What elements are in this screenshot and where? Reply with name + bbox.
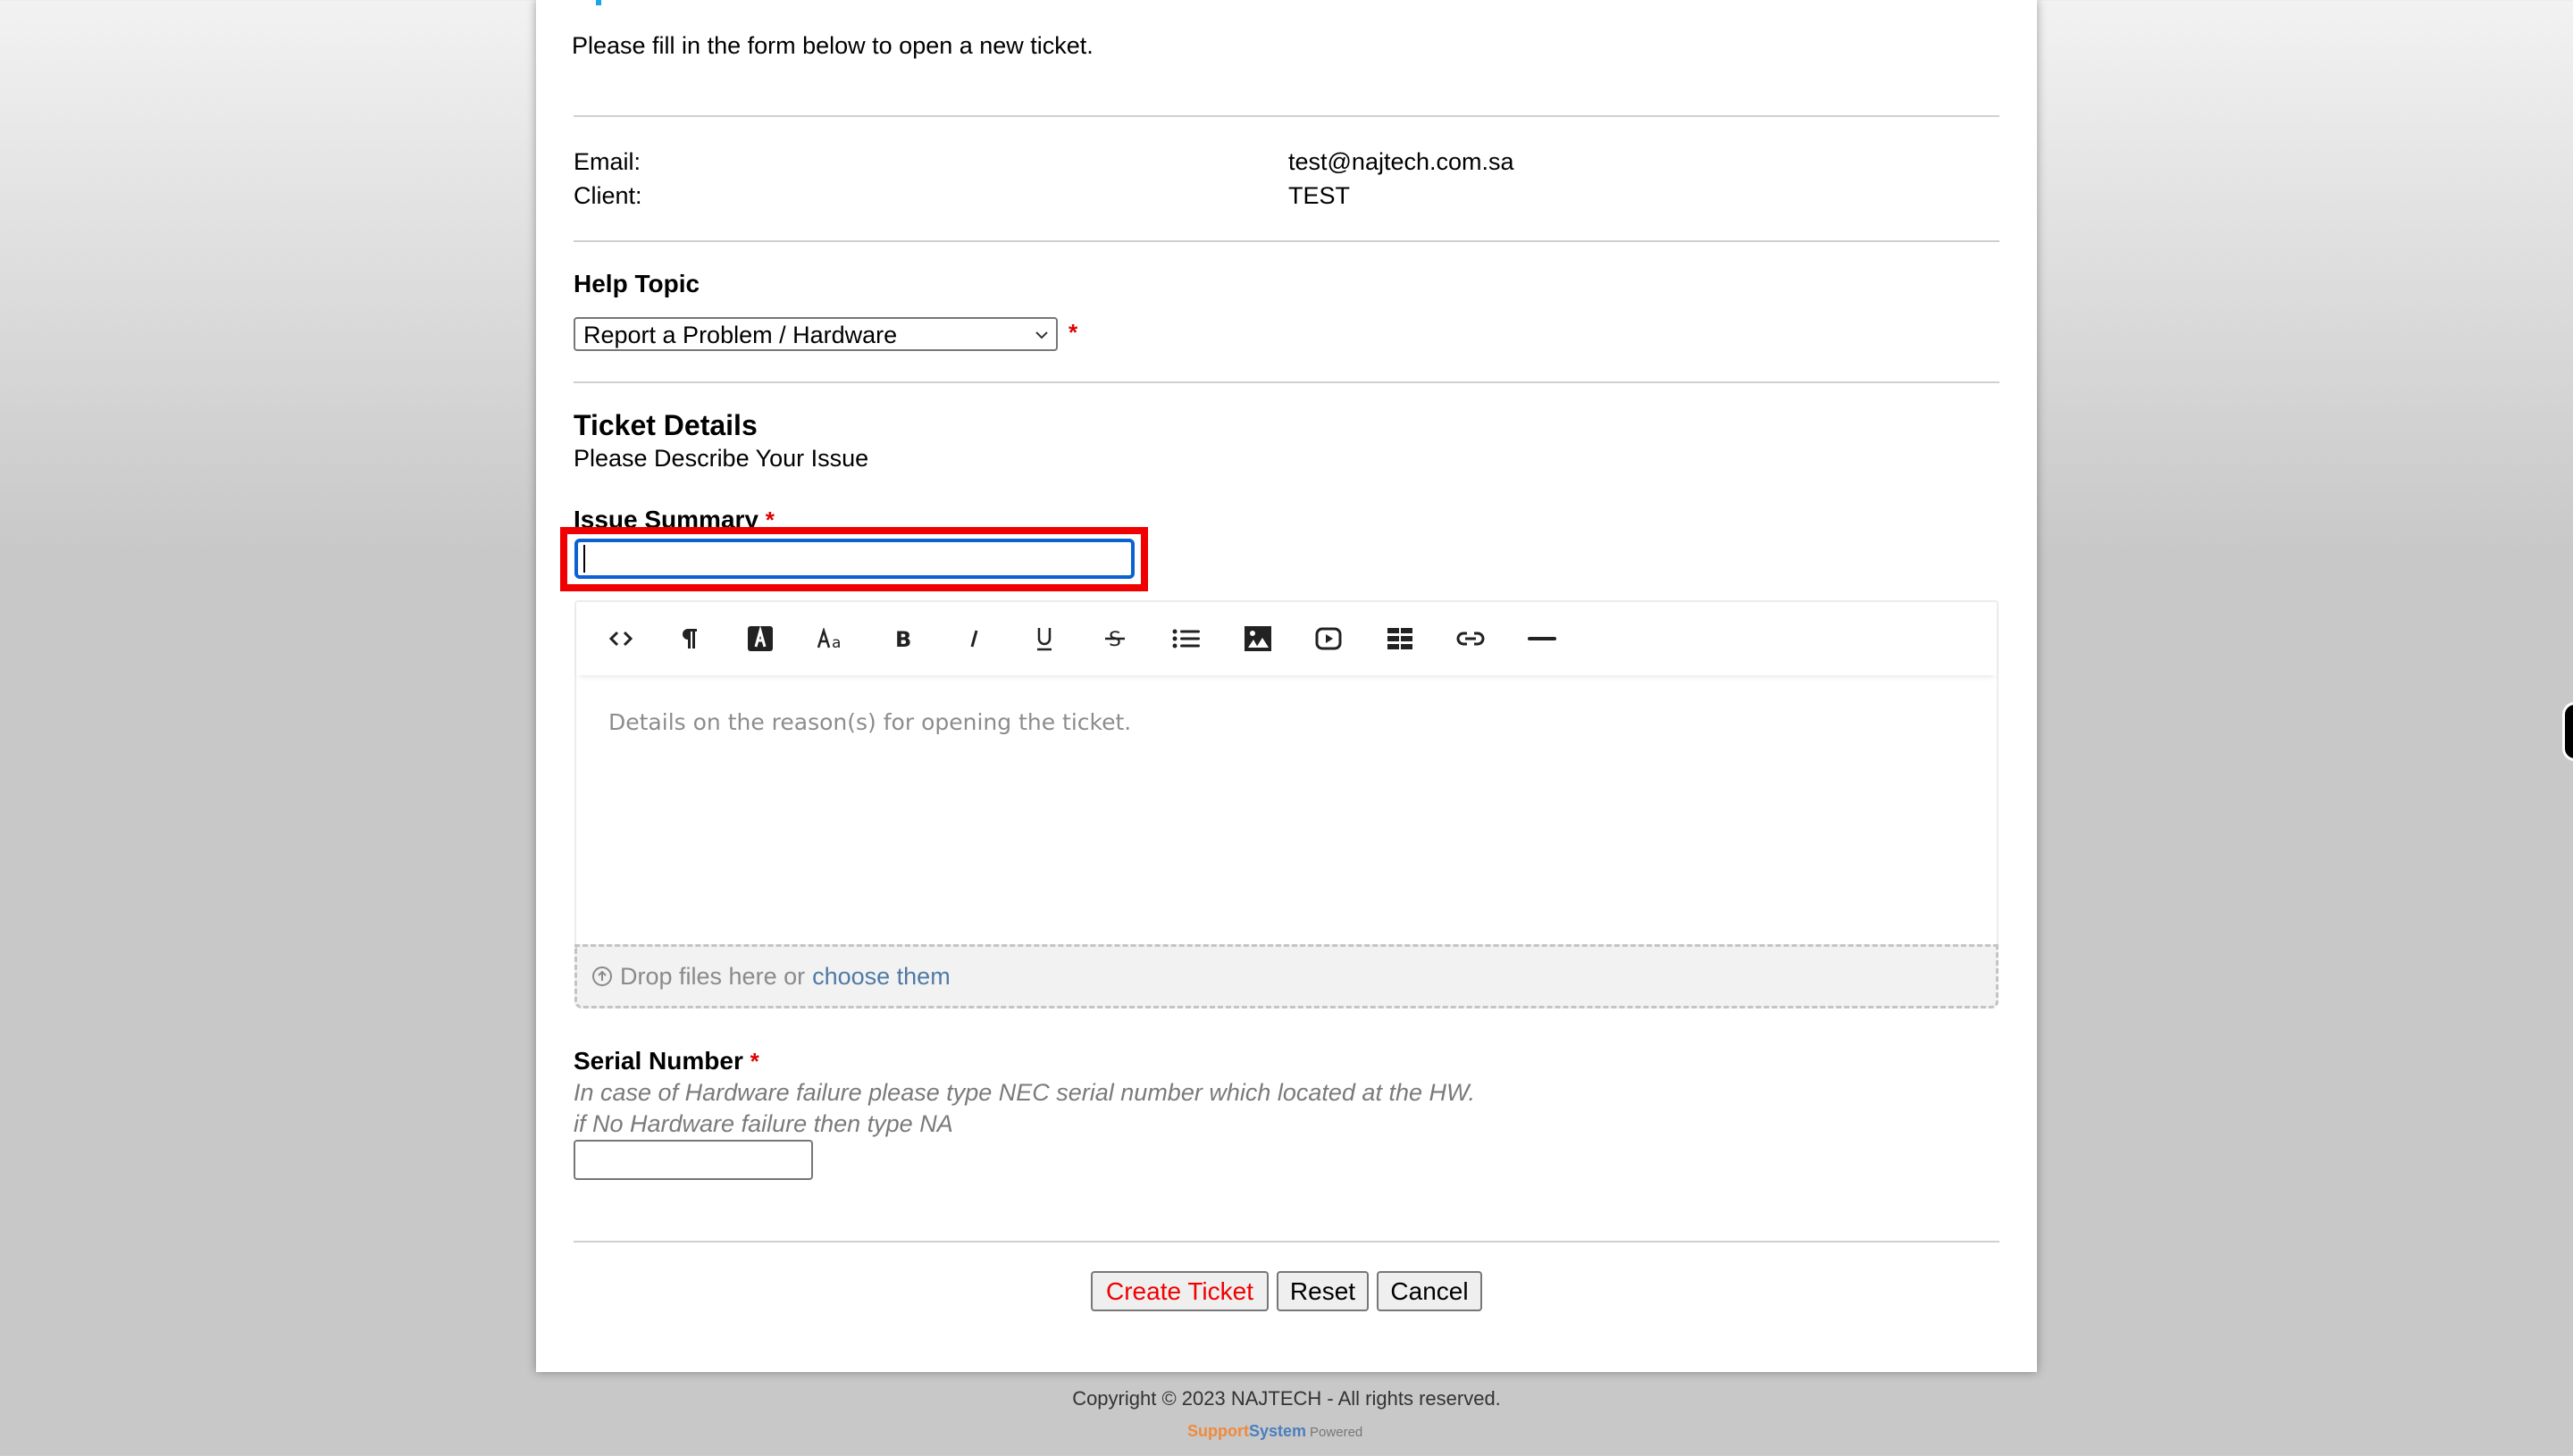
- divider: [574, 115, 1999, 117]
- editor-placeholder: Details on the reason(s) for opening the…: [608, 709, 1132, 735]
- ticket-details-subtitle: Please Describe Your Issue: [574, 445, 869, 472]
- email-value: test@najtech.com.sa: [1288, 148, 1514, 175]
- table-icon[interactable]: [1379, 618, 1421, 659]
- svg-text:S: S: [1109, 629, 1121, 651]
- serial-number-label-text: Serial Number: [574, 1047, 743, 1075]
- link-icon[interactable]: [1450, 618, 1491, 659]
- page-title-fragment: [596, 0, 601, 5]
- svg-text:B: B: [895, 628, 910, 649]
- client-value: TEST: [1288, 182, 1351, 209]
- serial-number-input[interactable]: [574, 1140, 813, 1180]
- serial-number-label: Serial Number *: [574, 1047, 759, 1075]
- bold-icon[interactable]: B: [882, 618, 923, 659]
- ticket-form-card: Please fill in the form below to open a …: [536, 0, 2037, 1372]
- ticket-details-title: Ticket Details: [574, 409, 758, 441]
- email-label: Email:: [574, 148, 641, 175]
- help-topic-label: Help Topic: [574, 270, 700, 297]
- intro-text: Please fill in the form below to open a …: [572, 32, 1094, 59]
- create-ticket-button[interactable]: Create Ticket: [1091, 1271, 1269, 1311]
- serial-help-line-2: if No Hardware failure then type NA: [574, 1110, 953, 1137]
- editor-toolbar: a B S: [576, 602, 1997, 675]
- horizontal-rule-icon[interactable]: [1521, 618, 1563, 659]
- cancel-button[interactable]: Cancel: [1377, 1271, 1482, 1311]
- list-icon[interactable]: [1166, 618, 1207, 659]
- dropzone-text: Drop files here or: [620, 962, 806, 990]
- powered-word: Powered: [1310, 1425, 1363, 1440]
- help-topic-selected: Report a Problem / Hardware: [583, 322, 898, 348]
- side-panel-handle[interactable]: [2562, 702, 2573, 761]
- required-mark: *: [1069, 319, 1078, 346]
- font-size-icon[interactable]: a: [811, 618, 852, 659]
- divider: [574, 1241, 1999, 1243]
- font-color-icon[interactable]: [740, 618, 781, 659]
- powered-system-text: System: [1249, 1422, 1307, 1440]
- text-caret: [583, 545, 585, 573]
- powered-by-logo[interactable]: SupportSystem Powered: [1187, 1422, 1362, 1441]
- client-label: Client:: [574, 182, 642, 209]
- video-icon[interactable]: [1308, 618, 1349, 659]
- required-mark: *: [750, 1048, 759, 1075]
- chevron-down-icon: [1033, 322, 1051, 347]
- choose-files-link[interactable]: choose them: [812, 963, 951, 991]
- serial-help-line-1: In case of Hardware failure please type …: [574, 1079, 1475, 1106]
- file-dropzone[interactable]: Drop files here or choose them: [574, 944, 1999, 1008]
- upload-icon: [592, 966, 612, 986]
- reset-button[interactable]: Reset: [1277, 1271, 1369, 1311]
- divider: [574, 381, 1999, 383]
- svg-text:a: a: [832, 634, 841, 649]
- rich-text-editor[interactable]: a B S Details on the reason(s) for openi…: [574, 600, 1999, 945]
- strikethrough-icon[interactable]: S: [1094, 618, 1136, 659]
- powered-support-text: Support: [1187, 1422, 1249, 1440]
- divider: [574, 240, 1999, 242]
- help-topic-select[interactable]: Report a Problem / Hardware: [574, 317, 1058, 351]
- paragraph-icon[interactable]: [669, 618, 710, 659]
- italic-icon[interactable]: [953, 618, 994, 659]
- code-view-icon[interactable]: [600, 618, 641, 659]
- image-icon[interactable]: [1237, 618, 1278, 659]
- issue-summary-input[interactable]: [574, 539, 1135, 579]
- underline-icon[interactable]: [1024, 618, 1065, 659]
- footer-copyright: Copyright © 2023 NAJTECH - All rights re…: [1072, 1387, 1501, 1410]
